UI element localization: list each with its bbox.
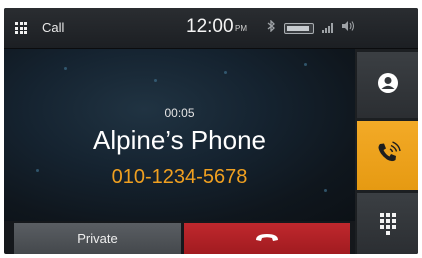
keypad-button[interactable] [357, 193, 418, 254]
caller-name: Alpine’s Phone [93, 125, 266, 155]
contacts-button[interactable] [357, 52, 418, 118]
keypad-icon [379, 212, 396, 235]
phone-call-icon [375, 140, 401, 171]
bluetooth-icon [266, 19, 276, 36]
volume-icon [341, 20, 355, 36]
call-duration: 00:05 [164, 106, 195, 120]
background-decoration [224, 71, 227, 74]
background-decoration [154, 79, 157, 82]
status-bar: Call 12:00 PM [4, 8, 418, 49]
side-panel [355, 49, 418, 254]
contact-icon [377, 72, 399, 99]
phone-number: 010-1234-5678 [111, 166, 248, 188]
call-button[interactable] [357, 121, 418, 190]
background-decoration [324, 189, 327, 192]
end-call-button[interactable] [184, 223, 350, 254]
call-screen: Call 12:00 PM 00:05 Alpine’s Phone 010-1… [4, 8, 418, 254]
menu-grid-icon[interactable] [15, 22, 27, 34]
call-info-panel: 00:05 Alpine’s Phone 010-1234-5678 [4, 49, 355, 221]
private-button[interactable]: Private [14, 223, 181, 254]
private-button-label: Private [77, 231, 118, 246]
signal-icon [322, 23, 333, 33]
app-label: Call [42, 20, 65, 35]
hang-up-icon [254, 230, 280, 248]
clock-ampm: PM [235, 24, 247, 33]
background-decoration [64, 67, 67, 70]
status-icons [266, 19, 355, 36]
battery-icon [284, 22, 314, 34]
background-decoration [304, 63, 307, 66]
clock: 12:00 [186, 16, 234, 37]
